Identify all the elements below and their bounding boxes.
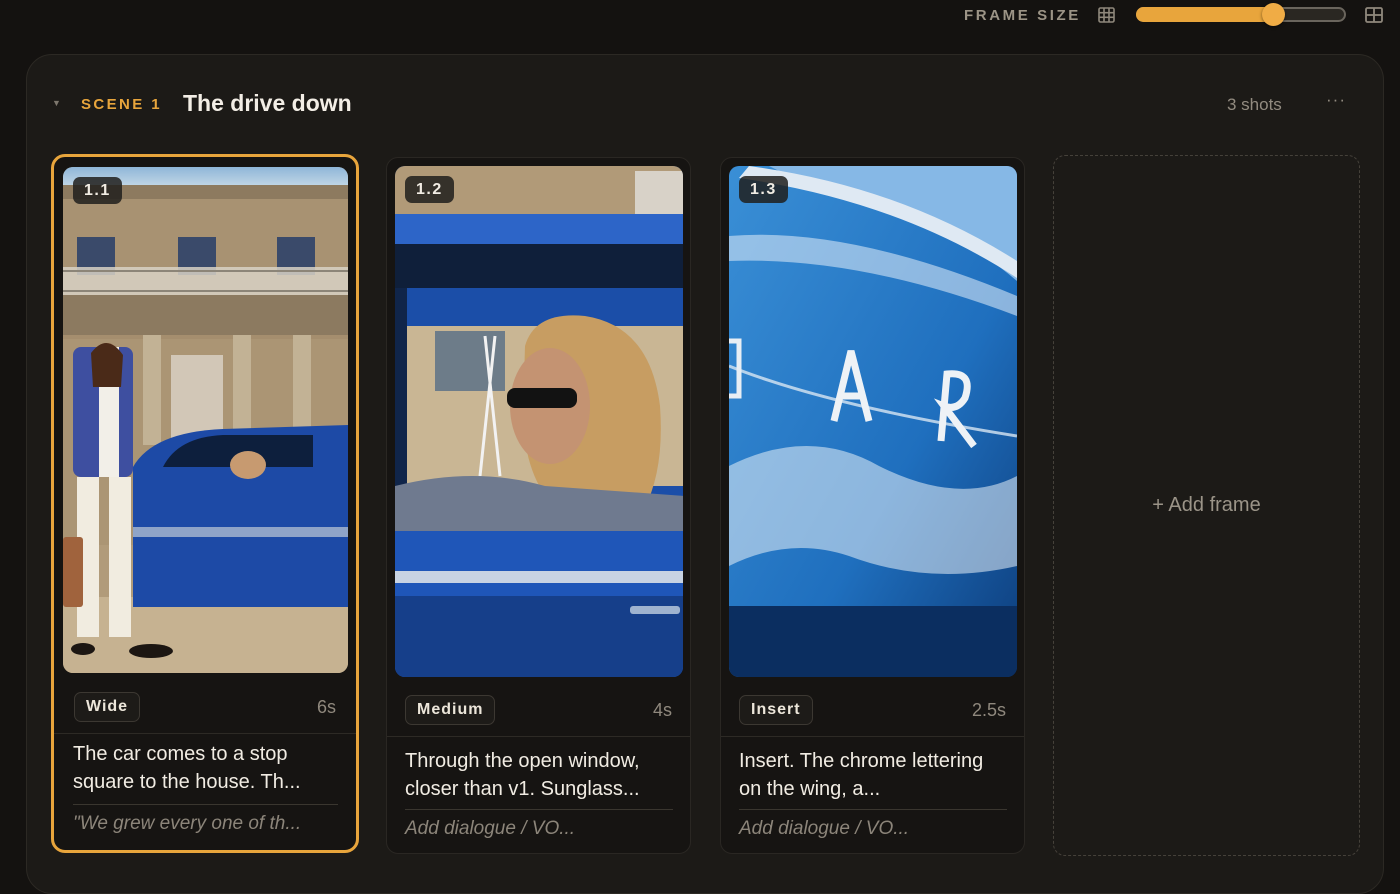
shot-count: 3 shots <box>1227 95 1282 114</box>
divider <box>405 809 673 810</box>
dialogue-field[interactable]: Add dialogue / VO... <box>405 818 675 840</box>
grid-3x3-icon[interactable] <box>1098 7 1115 23</box>
add-frame-label: + Add frame <box>1152 494 1261 516</box>
frame-size-slider[interactable] <box>1136 3 1346 26</box>
chrome-lettering-image <box>729 166 1017 677</box>
frame-thumbnail[interactable]: 1.1 <box>63 167 348 673</box>
shot-duration[interactable]: 4s <box>653 700 672 721</box>
frame-thumbnail[interactable]: 1.3 <box>729 166 1017 677</box>
driver-in-car-image <box>395 166 683 677</box>
divider <box>54 733 356 734</box>
divider <box>739 809 1007 810</box>
shot-type-tag[interactable]: Insert <box>739 695 813 725</box>
shot-duration[interactable]: 2.5s <box>972 700 1006 721</box>
dialogue-field[interactable]: "We grew every one of th... <box>73 813 343 835</box>
frame-thumbnail[interactable]: 1.2 <box>395 166 683 677</box>
shot-description[interactable]: Through the open window, closer than v1.… <box>405 747 675 803</box>
frame-number-badge: 1.2 <box>405 176 454 203</box>
divider <box>73 804 338 805</box>
frame-card-1-1[interactable]: 1.1 Wide 6s The car comes to a stop squa… <box>51 154 359 853</box>
shot-description[interactable]: Insert. The chrome lettering on the wing… <box>739 747 1009 803</box>
add-frame-button[interactable]: + Add frame <box>1053 155 1360 856</box>
shot-description[interactable]: The car comes to a stop square to the ho… <box>73 740 343 796</box>
frame-card-1-2[interactable]: 1.2 Medium 4s Through the open window, c… <box>386 157 691 854</box>
shot-duration[interactable]: 6s <box>317 697 336 718</box>
frame-number-badge: 1.3 <box>739 176 788 203</box>
divider <box>387 736 690 737</box>
scene-label: SCENE 1 <box>81 96 162 113</box>
shot-type-tag[interactable]: Wide <box>74 692 141 722</box>
shot-type-tag[interactable]: Medium <box>405 695 496 725</box>
frame-card-1-3[interactable]: 1.3 Insert 2.5s Insert. The chrome lette… <box>720 157 1025 854</box>
house-and-car-image <box>63 167 348 673</box>
toolbar: FRAME SIZE <box>0 0 1400 30</box>
slider-fill <box>1136 7 1273 22</box>
caret-down-icon[interactable]: ▼ <box>52 99 61 108</box>
grid-2x2-icon[interactable] <box>1365 7 1383 23</box>
scene-title[interactable]: The drive down <box>183 90 352 117</box>
dialogue-field[interactable]: Add dialogue / VO... <box>739 818 1009 840</box>
more-options-button[interactable]: ··· <box>1326 91 1346 112</box>
slider-thumb[interactable] <box>1262 3 1285 26</box>
divider <box>721 736 1024 737</box>
frame-size-label: FRAME SIZE <box>964 7 1081 24</box>
frame-number-badge: 1.1 <box>73 177 122 204</box>
